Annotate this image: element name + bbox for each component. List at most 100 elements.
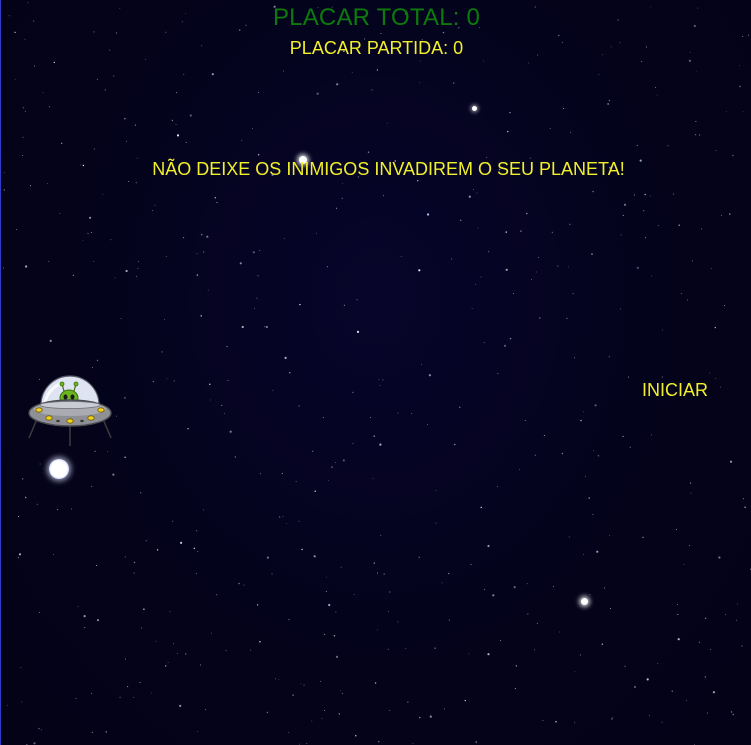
star <box>278 516 281 518</box>
star <box>589 594 591 596</box>
star <box>706 712 708 714</box>
star <box>515 665 518 667</box>
star <box>574 357 576 359</box>
star <box>115 32 117 34</box>
star <box>435 522 437 524</box>
star <box>633 194 635 196</box>
star <box>699 134 701 136</box>
star <box>260 473 262 475</box>
game-area[interactable]: PLACAR TOTAL: 0 PLACAR PARTIDA: 0 NÃO DE… <box>0 0 751 745</box>
star <box>505 231 507 233</box>
star <box>176 134 180 137</box>
star <box>378 741 380 743</box>
star <box>592 190 594 193</box>
star <box>379 443 382 446</box>
star <box>259 641 261 643</box>
star <box>677 603 679 605</box>
star <box>715 150 717 152</box>
star <box>596 550 599 553</box>
star <box>176 652 178 654</box>
star <box>539 317 541 319</box>
star <box>137 260 139 262</box>
star <box>253 308 255 309</box>
starfield-background <box>3 2 751 745</box>
star <box>714 326 716 329</box>
star <box>555 721 557 723</box>
star <box>299 303 301 306</box>
star <box>732 713 734 716</box>
star <box>283 70 284 72</box>
star <box>736 619 738 621</box>
star <box>741 645 743 647</box>
star <box>336 83 339 86</box>
star <box>742 111 744 113</box>
star <box>93 148 95 150</box>
star <box>418 269 421 272</box>
star <box>164 318 166 320</box>
star <box>566 317 568 319</box>
star <box>642 536 644 539</box>
star <box>505 268 508 271</box>
star <box>328 479 330 481</box>
star <box>356 330 360 333</box>
star <box>179 704 182 708</box>
star <box>487 544 490 548</box>
star <box>620 234 622 236</box>
star <box>742 36 744 38</box>
start-button[interactable]: INICIAR <box>642 380 708 401</box>
star <box>419 716 421 719</box>
star <box>271 573 273 575</box>
star <box>435 489 437 491</box>
star <box>104 89 107 91</box>
star <box>352 442 354 444</box>
star <box>22 136 24 138</box>
star <box>492 594 495 597</box>
star <box>594 404 597 407</box>
star <box>137 267 139 269</box>
star <box>173 380 175 382</box>
star <box>92 367 93 368</box>
star <box>367 151 370 153</box>
star <box>453 82 455 84</box>
star <box>389 591 391 593</box>
star <box>196 274 199 276</box>
star <box>623 203 627 206</box>
star <box>712 691 716 694</box>
alien-ufo-icon[interactable] <box>27 373 113 449</box>
star <box>87 232 89 234</box>
star <box>644 193 646 196</box>
star <box>116 415 117 417</box>
star <box>124 118 126 120</box>
star <box>497 373 499 374</box>
star <box>211 73 214 76</box>
star <box>295 481 297 482</box>
bright-star <box>472 106 477 111</box>
star <box>689 482 692 484</box>
star <box>298 743 300 745</box>
star <box>284 238 286 240</box>
star <box>468 195 471 198</box>
star <box>134 124 136 126</box>
star <box>303 684 305 686</box>
star <box>379 384 381 386</box>
star <box>331 466 333 468</box>
star <box>25 496 27 499</box>
star <box>387 611 389 612</box>
star <box>57 509 59 510</box>
star <box>145 540 147 542</box>
star <box>611 718 613 720</box>
star <box>325 576 327 578</box>
star <box>475 741 477 743</box>
star <box>428 374 431 377</box>
star <box>628 376 629 378</box>
star <box>94 450 96 452</box>
star <box>397 621 399 623</box>
star <box>328 603 331 607</box>
star <box>135 182 137 184</box>
star <box>619 308 621 310</box>
star <box>214 197 216 199</box>
star <box>480 276 482 278</box>
total-score: PLACAR TOTAL: 0 <box>272 4 481 31</box>
star <box>200 315 202 317</box>
star <box>252 251 255 254</box>
